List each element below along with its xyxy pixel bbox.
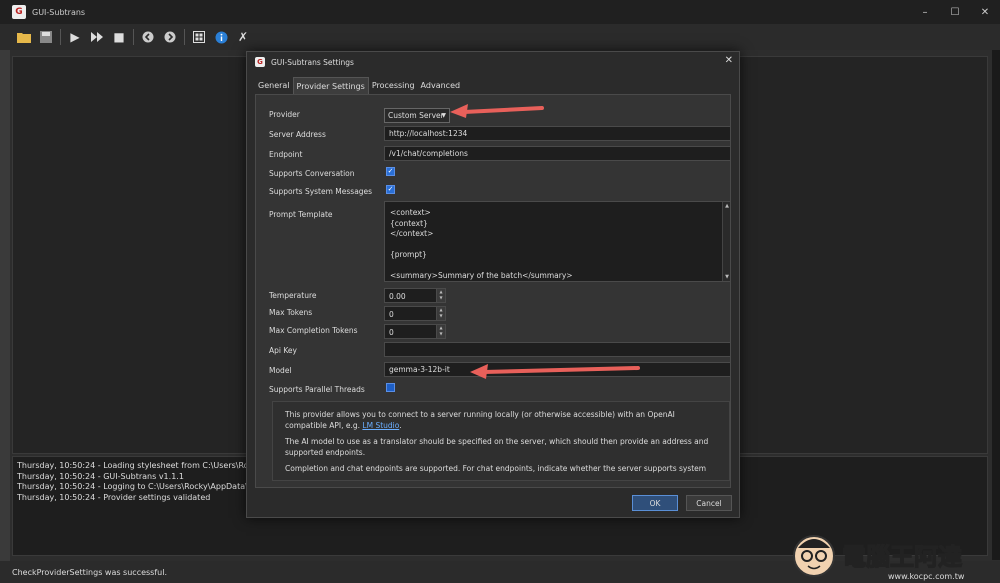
supports-system-messages-label: Supports System Messages — [269, 187, 373, 196]
supports-conversation-label: Supports Conversation — [269, 169, 355, 178]
play-icon[interactable]: ▶ — [65, 27, 85, 47]
undo-icon[interactable] — [138, 27, 158, 47]
toolbar-separator — [184, 29, 185, 45]
provider-label: Provider — [269, 110, 300, 119]
supports-conversation-checkbox[interactable]: ✓ — [386, 167, 395, 176]
window-title: GUI-Subtrans — [32, 7, 86, 17]
window-controls: – ☐ ✕ — [910, 0, 1000, 24]
status-text: CheckProviderSettings was successful. — [12, 567, 168, 577]
provider-settings-panel: Provider Custom Server ▼ Server Address … — [255, 94, 731, 488]
tab-general[interactable]: General — [255, 77, 293, 94]
tools-icon[interactable]: ✗ — [233, 27, 253, 47]
max-completion-tokens-label: Max Completion Tokens — [269, 326, 358, 335]
supports-parallel-threads-label: Supports Parallel Threads — [269, 385, 365, 394]
max-tokens-stepper[interactable]: ▲ ▼ — [436, 306, 446, 321]
watermark-logo: 電腦王阿達 www.kocpc.com.tw — [793, 535, 965, 581]
title-bar: G GUI-Subtrans – ☐ ✕ — [0, 0, 1000, 24]
temperature-stepper[interactable]: ▲ ▼ — [436, 288, 446, 303]
stop-icon[interactable]: ■ — [109, 27, 129, 47]
dialog-title: GUI-Subtrans Settings — [271, 57, 354, 67]
spin-down-icon[interactable]: ▼ — [437, 313, 445, 319]
info-text: . — [399, 420, 402, 430]
dialog-close-icon[interactable]: ✕ — [725, 55, 733, 66]
svg-text:電腦王阿達: 電腦王阿達 — [842, 543, 962, 571]
server-address-input[interactable]: http://localhost:1234 — [384, 126, 730, 141]
provider-value: Custom Server — [388, 111, 444, 120]
max-tokens-label: Max Tokens — [269, 308, 313, 317]
svg-text:www.kocpc.com.tw: www.kocpc.com.tw — [888, 572, 965, 581]
template-line — [385, 261, 730, 272]
max-completion-tokens-stepper[interactable]: ▲ ▼ — [436, 324, 446, 339]
app-icon: G — [255, 57, 265, 67]
provider-info-box: This provider allows you to connect to a… — [272, 401, 730, 481]
open-folder-icon[interactable] — [14, 27, 34, 47]
dialog-title-bar: G GUI-Subtrans Settings ✕ — [247, 52, 739, 72]
scroll-up-icon[interactable]: ▲ — [723, 202, 730, 210]
supports-parallel-threads-checkbox[interactable] — [386, 383, 395, 392]
settings-grid-icon[interactable] — [189, 27, 209, 47]
right-edge — [992, 50, 1000, 560]
template-line: {prompt} — [390, 250, 427, 259]
scroll-down-icon[interactable]: ▼ — [723, 273, 730, 281]
info-paragraph: Completion and chat endpoints are suppor… — [285, 464, 707, 473]
maximize-button[interactable]: ☐ — [940, 0, 970, 24]
settings-dialog: G GUI-Subtrans Settings ✕ General Provid… — [246, 51, 740, 518]
lm-studio-link[interactable]: LM Studio — [362, 421, 399, 430]
toolbar-separator — [60, 29, 61, 45]
temperature-label: Temperature — [269, 291, 317, 300]
info-text: This provider allows you to connect to a… — [285, 410, 675, 430]
toolbar: ▶ ■ ✗ — [0, 24, 1000, 50]
settings-tabs: General Provider Settings Processing Adv… — [255, 77, 463, 94]
minimize-button[interactable]: – — [910, 0, 940, 24]
close-button[interactable]: ✕ — [970, 0, 1000, 24]
template-line: </context> — [390, 229, 434, 238]
template-line: <context> — [390, 208, 431, 217]
annotation-arrow-model — [470, 364, 640, 379]
prompt-template-textarea[interactable]: <context> {context} </context> {prompt} … — [384, 201, 730, 282]
template-line: <summary>Summary of the batch</summary> — [390, 271, 573, 280]
fast-forward-icon[interactable] — [87, 27, 107, 47]
save-icon[interactable] — [36, 27, 56, 47]
app-icon: G — [12, 5, 26, 19]
spin-down-icon[interactable]: ▼ — [437, 331, 445, 337]
info-icon[interactable] — [211, 27, 231, 47]
model-label: Model — [269, 366, 292, 375]
tab-processing[interactable]: Processing — [369, 77, 418, 94]
toolbar-separator — [133, 29, 134, 45]
endpoint-label: Endpoint — [269, 150, 303, 159]
info-paragraph: This provider allows you to connect to a… — [285, 410, 717, 431]
cancel-button[interactable]: Cancel — [686, 495, 732, 511]
api-key-input[interactable] — [384, 342, 730, 357]
template-line: {context} — [390, 218, 428, 228]
template-scrollbar[interactable]: ▲ ▼ — [722, 202, 730, 281]
info-paragraph: The AI model to use as a translator shou… — [285, 437, 709, 457]
left-panel-strip — [0, 50, 10, 583]
server-address-label: Server Address — [269, 130, 326, 139]
tab-advanced[interactable]: Advanced — [418, 77, 464, 94]
ok-button[interactable]: OK — [632, 495, 678, 511]
endpoint-input[interactable]: /v1/chat/completions — [384, 146, 730, 161]
supports-system-messages-checkbox[interactable]: ✓ — [386, 185, 395, 194]
spin-down-icon[interactable]: ▼ — [437, 295, 445, 301]
api-key-label: Api Key — [269, 346, 297, 355]
tab-provider-settings[interactable]: Provider Settings — [292, 77, 369, 94]
provider-dropdown[interactable]: Custom Server ▼ — [384, 108, 450, 123]
template-line — [385, 240, 730, 251]
redo-icon[interactable] — [160, 27, 180, 47]
annotation-arrow-provider — [450, 104, 544, 118]
prompt-template-label: Prompt Template — [269, 210, 333, 219]
